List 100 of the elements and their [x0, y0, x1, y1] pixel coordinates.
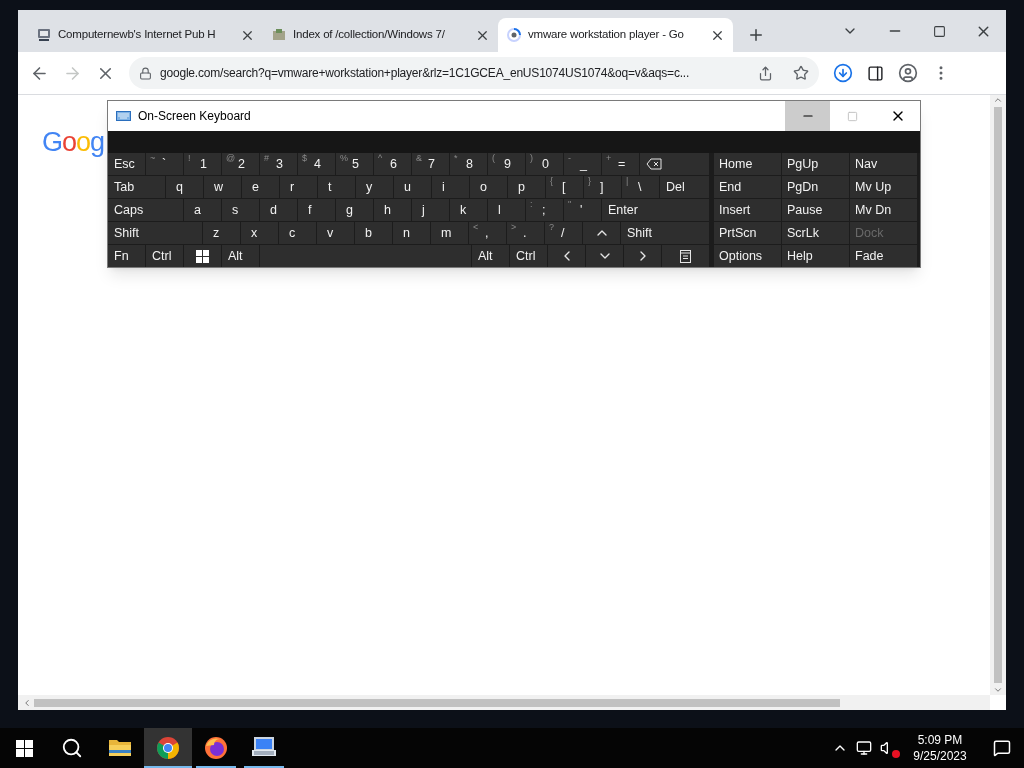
keyboard-key[interactable]: x [241, 222, 278, 244]
keyboard-key[interactable]: Esc [108, 153, 145, 175]
star-icon[interactable] [793, 65, 809, 81]
keyboard-key[interactable]: a [184, 199, 221, 221]
scroll-up-icon[interactable] [993, 95, 1003, 105]
keyboard-key[interactable]: ? / [545, 222, 582, 244]
keyboard-key[interactable]: q [166, 176, 203, 198]
maximize-icon [847, 110, 858, 122]
keyboard-key[interactable]: - _ [564, 153, 601, 175]
keyboard-key[interactable]: f [298, 199, 335, 221]
keyboard-key[interactable]: Del [660, 176, 709, 198]
address-bar[interactable]: google.com/search?q=vmware+workstation+player&rlz=1C1GCEA_enUS1074US1074&oq=v&aqs=c... [129, 57, 819, 89]
keyboard-key[interactable]: m [431, 222, 468, 244]
keyboard-key[interactable]: PrtScn [714, 222, 781, 244]
google-logo: Goog [42, 129, 105, 156]
chrome-icon [156, 736, 180, 760]
keyboard-key[interactable]: % 5 [336, 153, 373, 175]
keyboard-key[interactable]: ^ 6 [374, 153, 411, 175]
keyboard-key[interactable]: Mv Up [850, 176, 917, 198]
keyboard-key[interactable]: $ 4 [298, 153, 335, 175]
vertical-scrollbar[interactable] [990, 95, 1006, 695]
keyboard-key[interactable]: j [412, 199, 449, 221]
taskbar-app[interactable] [144, 728, 192, 768]
keyboard-key[interactable]: | \ [622, 176, 659, 198]
keyboard-key[interactable]: Ctrl [146, 245, 183, 267]
keyboard-key[interactable]: ! 1 [184, 153, 221, 175]
browser-tab[interactable]: Computernewb's Internet Pub H [28, 18, 263, 52]
keyboard-key[interactable]: t [318, 176, 355, 198]
keyboard-key[interactable]: y [356, 176, 393, 198]
keyboard-key[interactable]: * 8 [450, 153, 487, 175]
keyboard-key[interactable]: PgUp [782, 153, 849, 175]
keyboard-key[interactable]: > . [507, 222, 544, 244]
keyboard-key[interactable]: } ] [584, 176, 621, 198]
keyboard-key[interactable]: s [222, 199, 259, 221]
loading-icon [506, 27, 522, 43]
keyboard-key[interactable]: Alt [222, 245, 259, 267]
network-icon[interactable] [856, 740, 872, 756]
keyboard-key[interactable]: i [432, 176, 469, 198]
clock-date[interactable]: 9/25/2023 [913, 748, 967, 764]
keyboard-key[interactable]: Pause [782, 199, 849, 221]
scroll-left-icon[interactable] [22, 697, 32, 708]
keyboard-key[interactable]: g [336, 199, 373, 221]
share-icon[interactable] [758, 65, 773, 81]
keyboard-key[interactable]: e [242, 176, 279, 198]
keyboard-key[interactable]: Mv Dn [850, 199, 917, 221]
keyboard-key[interactable]: ~ ` [146, 153, 183, 175]
maximize-icon[interactable] [933, 24, 946, 38]
window-title: On-Screen Keyboard [138, 108, 251, 125]
download-icon[interactable] [833, 63, 853, 83]
keyboard-key[interactable]: Caps [108, 199, 183, 221]
keyboard-key[interactable]: + = [602, 153, 639, 175]
keyboard-key[interactable]: PgDn [782, 176, 849, 198]
keyboard-key[interactable] [662, 245, 709, 267]
keyboard-key[interactable]: & 7 [412, 153, 449, 175]
keyboard-key[interactable]: k [450, 199, 487, 221]
profile-icon[interactable] [898, 63, 918, 83]
keyboard-key[interactable]: Fade [850, 245, 917, 267]
keyboard-key[interactable]: Ctrl [510, 245, 547, 267]
keyboard-key[interactable]: Tab [108, 176, 165, 198]
keyboard-key[interactable]: l [488, 199, 525, 221]
keyboard-key[interactable]: u [394, 176, 431, 198]
keyboard-key[interactable]: Enter [602, 199, 709, 221]
clock-time[interactable]: 5:09 PM [917, 732, 963, 748]
keyboard-key[interactable]: p [508, 176, 545, 198]
browser-tab[interactable]: vmware workstation player - Go [498, 18, 733, 52]
keyboard-key[interactable]: ScrLk [782, 222, 849, 244]
keyboard-key[interactable]: Fn [108, 245, 145, 267]
side-panel-icon[interactable] [867, 64, 884, 82]
keyboard-key[interactable]: r [280, 176, 317, 198]
keyboard-key[interactable]: Help [782, 245, 849, 267]
keyboard-key[interactable]: ) 0 [526, 153, 563, 175]
keyboard-key[interactable]: : ; [526, 199, 563, 221]
keyboard-key[interactable]: Insert [714, 199, 781, 221]
keyboard-key[interactable]: n [393, 222, 430, 244]
keyboard-key[interactable]: Shift [108, 222, 202, 244]
keyboard-key[interactable]: b [355, 222, 392, 244]
keyboard-key[interactable]: d [260, 199, 297, 221]
keyboard-key[interactable]: ( 9 [488, 153, 525, 175]
keyboard-key[interactable]: Shift [621, 222, 709, 244]
browser-tab[interactable]: Index of /collection/Windows 7/ [263, 18, 498, 52]
keyboard-key[interactable]: c [279, 222, 316, 244]
keyboard-key[interactable]: { [ [546, 176, 583, 198]
keyboard-key[interactable]: # 3 [260, 153, 297, 175]
keyboard-key[interactable]: End [714, 176, 781, 198]
keyboard-key[interactable]: Home [714, 153, 781, 175]
keyboard-key[interactable]: z [203, 222, 240, 244]
keyboard-key[interactable]: w [204, 176, 241, 198]
horizontal-scrollbar[interactable] [18, 695, 990, 710]
keyboard-key[interactable]: Alt [472, 245, 509, 267]
keyboard-key[interactable]: < , [469, 222, 506, 244]
keyboard-key[interactable]: @ 2 [222, 153, 259, 175]
keyboard-key[interactable]: Nav [850, 153, 917, 175]
keyboard-key[interactable] [184, 245, 221, 267]
keyboard-key[interactable]: h [374, 199, 411, 221]
keyboard-key[interactable]: v [317, 222, 354, 244]
new-tab-icon[interactable] [747, 26, 765, 44]
scroll-down-icon[interactable] [993, 685, 1003, 695]
keyboard-key[interactable]: Options [714, 245, 781, 267]
keyboard-key[interactable]: " ' [564, 199, 601, 221]
keyboard-key[interactable]: o [470, 176, 507, 198]
